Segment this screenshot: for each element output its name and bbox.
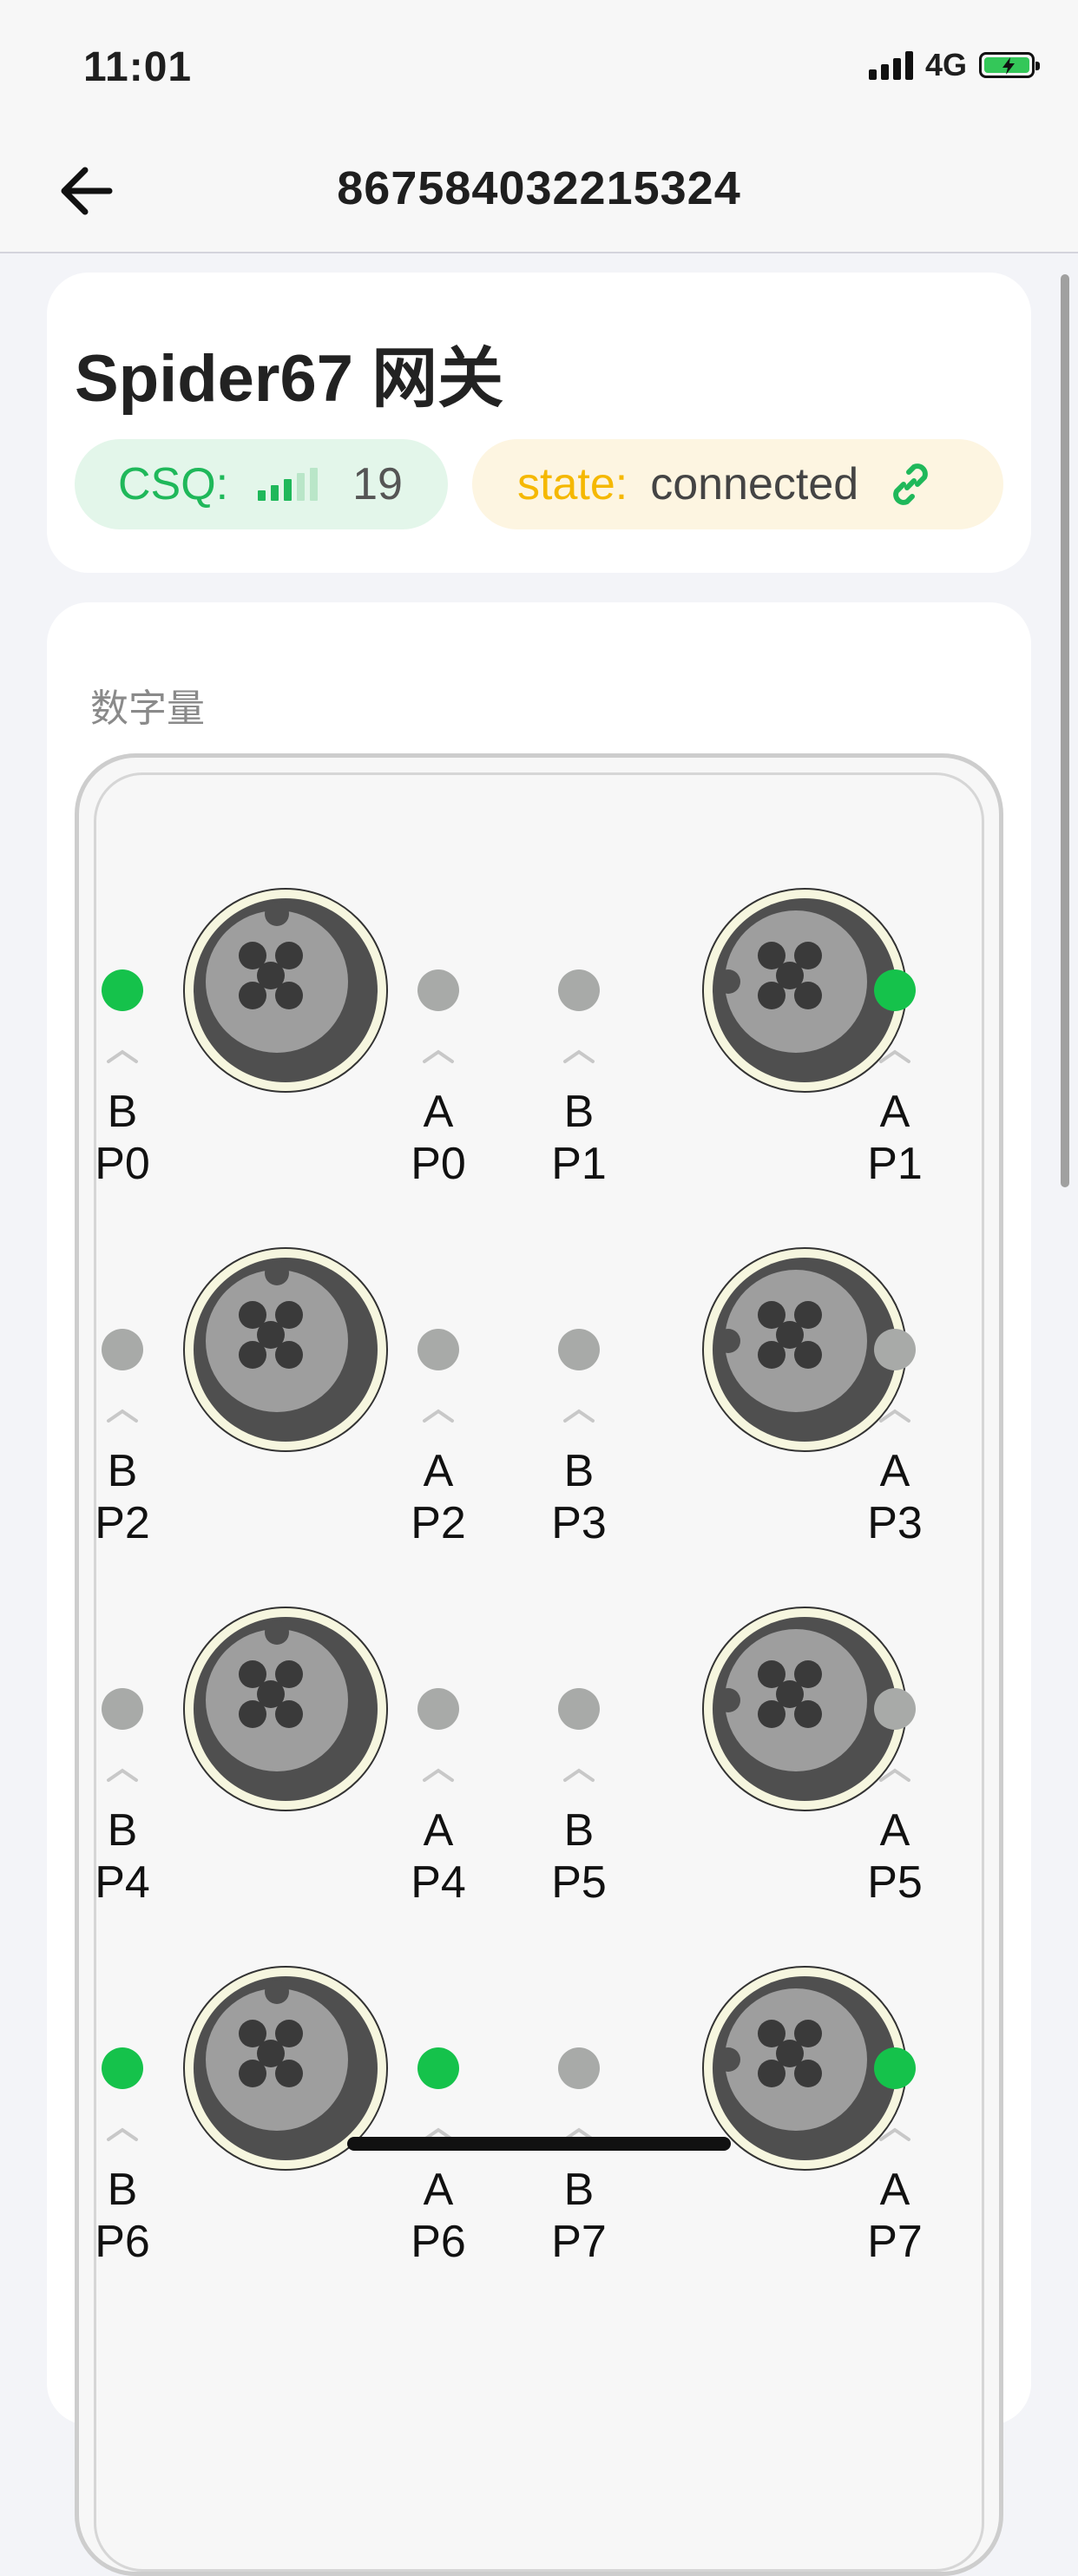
port-p5: B P5 A P5 (544, 1607, 1013, 1954)
page-title: 867584032215324 (337, 162, 741, 214)
io-module: B P0 A P0 B P1 A P1 B P2 A P2 B P3 A P3 B P4 A P4 B P5 A P5 B P6 A… (75, 753, 1003, 2576)
signal-bar (271, 485, 279, 501)
csq-badge: CSQ: 19 (75, 439, 448, 529)
chevron-up-icon (553, 1044, 605, 1070)
port-label: P1 (551, 1139, 607, 1189)
device-title: Spider67 网关 (75, 342, 504, 416)
m12-connector-icon (183, 1607, 388, 1811)
channel-label: B (107, 1805, 138, 1856)
port-label: P3 (867, 1498, 923, 1548)
signal-strength-icon (258, 468, 319, 501)
led-p6-b (102, 2047, 143, 2089)
channel-label: B (563, 1805, 595, 1856)
port-label: P3 (551, 1498, 607, 1548)
port-p1: B P1 A P1 (544, 888, 1013, 1235)
port-label: P4 (95, 1857, 150, 1908)
chevron-up-icon (553, 1403, 605, 1429)
led-p7-a (874, 2047, 916, 2089)
port-label: P7 (867, 2217, 923, 2267)
channel-label: A (879, 1087, 910, 1137)
led-p2-a (417, 1329, 459, 1370)
port-label: P7 (551, 2217, 607, 2267)
channel-label: A (423, 2165, 454, 2215)
signal-bar (297, 473, 306, 501)
led-p6-a (417, 2047, 459, 2089)
led-p0-a (417, 969, 459, 1011)
chevron-up-icon (412, 1044, 464, 1070)
state-badge: state: connected (472, 439, 1003, 529)
port-label: P5 (867, 1857, 923, 1908)
led-p4-a (417, 1688, 459, 1730)
port-p2: B P2 A P2 (79, 1247, 548, 1594)
channel-label: A (879, 1446, 910, 1496)
led-p1-a (874, 969, 916, 1011)
port-label: P1 (867, 1139, 923, 1189)
csq-label: CSQ: (118, 459, 229, 509)
led-p4-b (102, 1688, 143, 1730)
m12-connector-icon (183, 1247, 388, 1452)
signal-bar (284, 479, 293, 501)
state-label: state: (517, 459, 628, 509)
chevron-up-icon (96, 1044, 148, 1070)
chevron-up-icon (96, 2122, 148, 2148)
channel-label: A (879, 1805, 910, 1856)
link-icon (893, 463, 928, 505)
port-label: P2 (411, 1498, 466, 1548)
port-label: P6 (411, 2217, 466, 2267)
status-bar: 11:01 4G (0, 0, 1078, 130)
signal-bar (258, 490, 266, 501)
led-p7-b (558, 2047, 600, 2089)
led-p3-a (874, 1329, 916, 1370)
chevron-up-icon (869, 1044, 921, 1070)
led-p1-b (558, 969, 600, 1011)
status-icons: 4G (868, 47, 1040, 83)
battery-charging-icon (979, 52, 1040, 78)
chevron-up-icon (412, 1763, 464, 1789)
channel-label: A (423, 1446, 454, 1496)
chevron-up-icon (869, 1403, 921, 1429)
chevron-up-icon (96, 1763, 148, 1789)
led-p3-b (558, 1329, 600, 1370)
led-p5-b (558, 1688, 600, 1730)
csq-value: 19 (352, 459, 403, 509)
home-indicator[interactable] (347, 2137, 731, 2151)
device-info-card: Spider67 网关 CSQ: 19 state: connected (47, 273, 1031, 573)
port-label: P5 (551, 1857, 607, 1908)
chevron-up-icon (553, 1763, 605, 1789)
scrollbar[interactable] (1061, 274, 1069, 1187)
channel-label: B (107, 1087, 138, 1137)
chevron-up-icon (96, 1403, 148, 1429)
port-p3: B P3 A P3 (544, 1247, 1013, 1594)
chevron-up-icon (869, 2122, 921, 2148)
channel-label: B (563, 1446, 595, 1496)
chevron-up-icon (412, 1403, 464, 1429)
channel-label: A (423, 1087, 454, 1137)
port-p4: B P4 A P4 (79, 1607, 548, 1954)
channel-label: A (879, 2165, 910, 2215)
channel-label: B (107, 2165, 138, 2215)
port-label: P0 (411, 1139, 466, 1189)
port-label: P0 (95, 1139, 150, 1189)
chevron-up-icon (869, 1763, 921, 1789)
network-type: 4G (924, 47, 967, 82)
signal-icon (868, 50, 913, 80)
signal-bar (310, 468, 319, 501)
led-p2-b (102, 1329, 143, 1370)
channel-label: A (423, 1805, 454, 1856)
status-time: 11:01 (83, 44, 193, 90)
port-label: P6 (95, 2217, 150, 2267)
nav-bar: 867584032215324 (0, 130, 1078, 253)
channel-label: B (563, 1087, 595, 1137)
m12-connector-icon (183, 888, 388, 1093)
section-title: 数字量 (90, 687, 205, 730)
led-p0-b (102, 969, 143, 1011)
channel-label: B (107, 1446, 138, 1496)
port-p0: B P0 A P0 (79, 888, 548, 1235)
digital-io-card: 数字量 B P0 A P0 B P1 A P1 B P2 A P2 B P3 A P3 B P4 A P4 B P5 A P5… (47, 602, 1031, 2576)
led-p5-a (874, 1688, 916, 1730)
channel-label: B (563, 2165, 595, 2215)
state-value: connected (650, 459, 859, 509)
port-label: P2 (95, 1498, 150, 1548)
port-label: P4 (411, 1857, 466, 1908)
